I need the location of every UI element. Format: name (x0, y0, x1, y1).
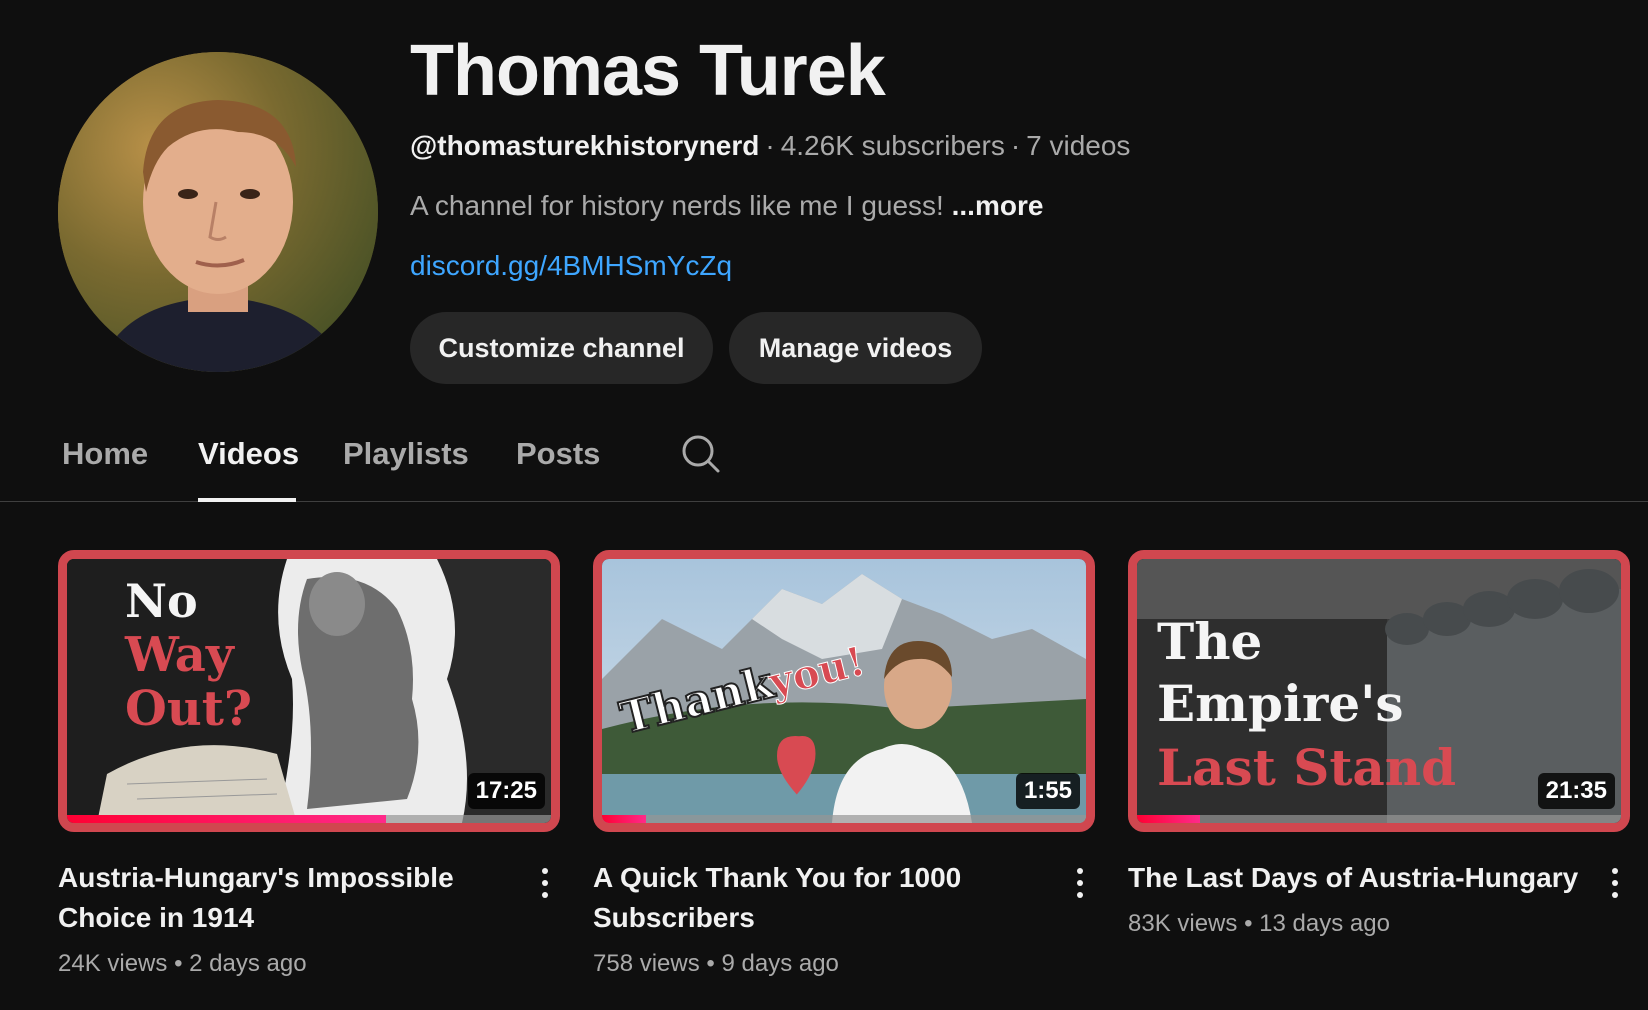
upload-age: 2 days ago (189, 950, 307, 977)
channel-meta: @thomasturekhistorynerd · 4.26K subscriber… (410, 130, 1130, 162)
search-icon[interactable] (681, 434, 721, 474)
meta-dot: • (1244, 910, 1253, 937)
view-count: 24K views (58, 950, 168, 977)
watch-progress-bar (67, 815, 387, 823)
meta-separator: · (1010, 130, 1021, 161)
watch-progress-bar (602, 815, 646, 823)
video-meta: 758 views • 9 days ago (593, 950, 839, 978)
channel-handle: @thomasturekhistorynerd (410, 130, 760, 161)
more-actions-icon[interactable] (1600, 862, 1630, 904)
thumb-text-line: Empire's (1157, 674, 1404, 733)
channel-tabs: Home Videos Playlists Posts (0, 420, 1648, 502)
video-duration: 1:55 (1015, 773, 1080, 809)
tab-videos[interactable]: Videos (198, 436, 299, 472)
more-actions-icon[interactable] (530, 862, 560, 904)
video-count: 7 videos (1026, 130, 1131, 161)
channel-title: Thomas Turek (410, 31, 886, 111)
meta-dot: • (706, 950, 715, 977)
video-card[interactable]: Thank you! 1:55 A Quick Thank You for 10… (593, 550, 1095, 977)
video-duration: 17:25 (467, 773, 545, 809)
video-title[interactable]: The Last Days of Austria-Hungary (1128, 858, 1588, 898)
video-card[interactable]: The Empire's Last Stand 21:35 The Last D… (1128, 550, 1630, 937)
view-count: 83K views (1128, 910, 1238, 937)
meta-dot: • (174, 950, 183, 977)
view-count: 758 views (593, 950, 700, 977)
active-tab-indicator (198, 498, 296, 502)
video-meta: 24K views • 2 days ago (58, 950, 307, 978)
upload-age: 13 days ago (1259, 910, 1390, 937)
watch-progress-track (67, 815, 551, 823)
video-title[interactable]: A Quick Thank You for 1000 Subscribers (593, 858, 1033, 938)
video-duration: 21:35 (1537, 773, 1615, 809)
manage-videos-button[interactable]: Manage videos (729, 312, 982, 384)
thumb-text-line: Out? (125, 681, 252, 737)
channel-avatar[interactable] (58, 52, 378, 372)
video-card[interactable]: No Way Out? 17:25 Austria-Hungary's Impo… (58, 550, 560, 977)
channel-description: A channel for history nerds like me I gu… (410, 190, 1043, 222)
more-link[interactable]: ...more (952, 190, 1044, 221)
subscriber-count: 4.26K subscribers (780, 130, 1005, 161)
thumb-text-line: The (1157, 612, 1262, 671)
tab-posts[interactable]: Posts (516, 436, 600, 472)
upload-age: 9 days ago (721, 950, 839, 977)
video-thumbnail[interactable]: No Way Out? 17:25 (58, 550, 560, 832)
tab-playlists[interactable]: Playlists (343, 436, 469, 472)
video-thumbnail[interactable]: Thank you! 1:55 (593, 550, 1095, 832)
watch-progress-bar (1137, 815, 1200, 823)
thumb-text-line: Last Stand (1157, 738, 1456, 797)
thumbnail-image: Thank you! (602, 559, 1086, 823)
watch-progress-track (602, 815, 1086, 823)
customize-channel-button[interactable]: Customize channel (410, 312, 713, 384)
meta-separator: · (765, 130, 775, 161)
more-actions-icon[interactable] (1065, 862, 1095, 904)
description-text: A channel for history nerds like me I gu… (410, 190, 944, 221)
thumb-text-line: Way (124, 627, 236, 683)
watch-progress-track (1137, 815, 1621, 823)
video-title[interactable]: Austria-Hungary's Impossible Choice in 1… (58, 858, 498, 938)
video-meta: 83K views • 13 days ago (1128, 910, 1390, 938)
tab-home[interactable]: Home (62, 436, 148, 472)
thumb-text-line: No (125, 574, 198, 628)
channel-link[interactable]: discord.gg/4BMHSmYcZq (410, 250, 732, 282)
avatar-image (58, 52, 378, 372)
video-thumbnail[interactable]: The Empire's Last Stand 21:35 (1128, 550, 1630, 832)
